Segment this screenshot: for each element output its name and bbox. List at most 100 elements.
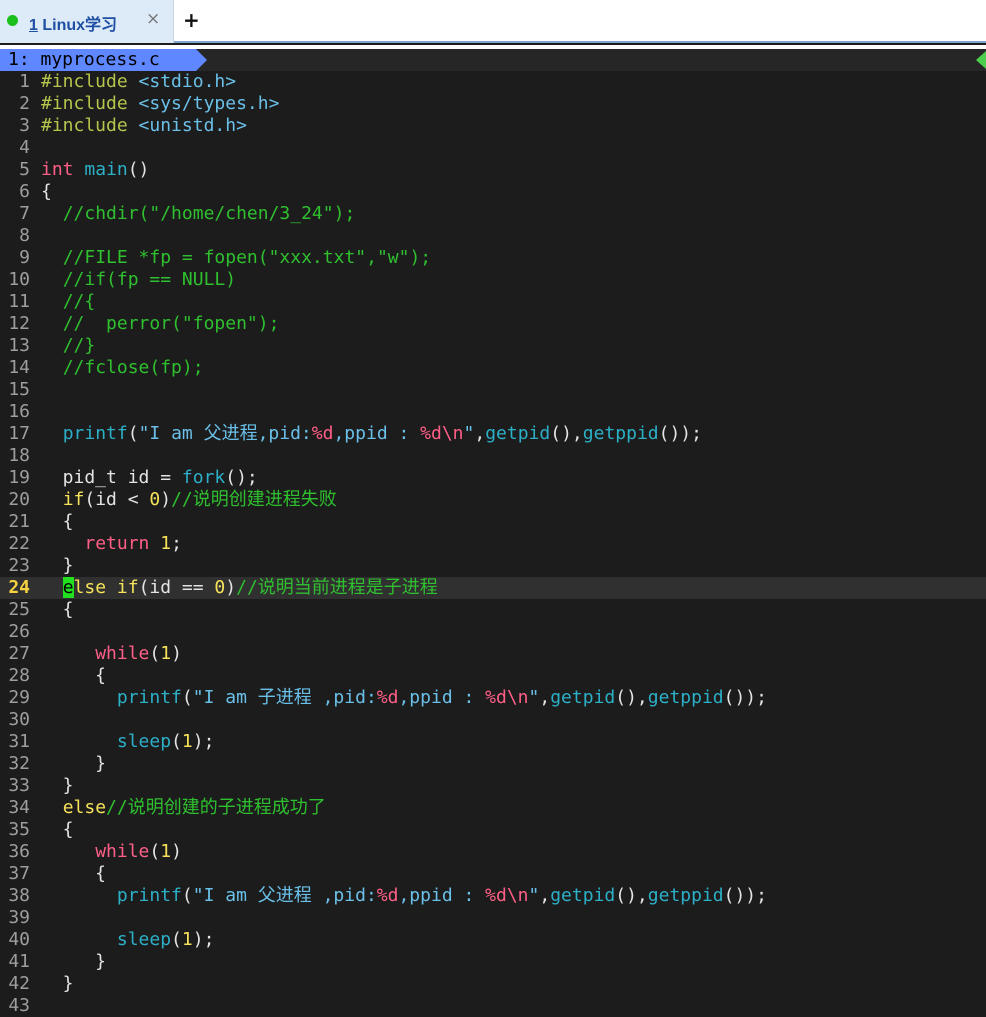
code-token: )	[225, 577, 237, 598]
line-number: 4	[19, 137, 30, 158]
code-token: "	[463, 423, 475, 444]
code-line[interactable]: 7 //chdir("/home/chen/3_24");	[0, 203, 986, 225]
code-token: getpid	[550, 885, 616, 906]
code-token: %d\n	[485, 687, 529, 708]
code-token: //说明当前进程是子进程	[236, 577, 438, 598]
tab-label: 1 Linux学习	[29, 11, 117, 35]
code-token: printf	[116, 687, 182, 708]
code-token: ;	[171, 533, 182, 554]
code-line[interactable]: 35 {	[0, 819, 986, 841]
line-number: 2	[19, 93, 30, 114]
code-line[interactable]: 19 pid_t id = fork();	[0, 467, 986, 489]
code-token: printf	[62, 423, 128, 444]
code-line[interactable]: 1 #include <stdio.h>	[0, 71, 986, 93]
add-tab-button[interactable]: +	[183, 8, 200, 32]
code-token: ,	[539, 687, 551, 708]
line-number: 42	[8, 973, 30, 994]
code-line[interactable]: 26	[0, 621, 986, 643]
code-line[interactable]: 24 else if(id == 0)//说明当前进程是子进程	[0, 577, 986, 599]
code-line[interactable]: 42 }	[0, 973, 986, 995]
line-number: 35	[8, 819, 30, 840]
code-token: getppid	[582, 423, 659, 444]
code-token: //FILE *fp = fopen("xxx.txt","w");	[62, 247, 432, 268]
code-token: //{	[62, 291, 96, 312]
line-number: 21	[8, 511, 30, 532]
line-number: 34	[8, 797, 30, 818]
code-line[interactable]: 12 // perror("fopen");	[0, 313, 986, 335]
close-icon[interactable]: ×	[146, 9, 160, 29]
code-token: }	[41, 753, 107, 774]
code-token: while	[95, 643, 150, 664]
code-line[interactable]: 28 {	[0, 665, 986, 687]
code-line[interactable]: 31 sleep(1);	[0, 731, 986, 753]
line-number: 18	[8, 445, 30, 466]
code-line[interactable]: 8	[0, 225, 986, 247]
code-line[interactable]: 33 }	[0, 775, 986, 797]
code-line[interactable]: 5 int main()	[0, 159, 986, 181]
line-number: 37	[8, 863, 30, 884]
vim-tab-myprocess[interactable]: 1: myprocess.c	[0, 49, 196, 71]
code-token: }	[41, 555, 74, 576]
code-token: "I am 父进程 ,pid:	[192, 885, 377, 906]
code-token: lse if	[73, 577, 139, 598]
line-number: 8	[19, 225, 30, 246]
code-line[interactable]: 20 if(id < 0)//说明创建进程失败	[0, 489, 986, 511]
code-line[interactable]: 14 //fclose(fp);	[0, 357, 986, 379]
code-line[interactable]: 25 {	[0, 599, 986, 621]
code-line[interactable]: 13 //}	[0, 335, 986, 357]
code-line[interactable]: 17 printf("I am 父进程,pid:%d,ppid : %d\n",…	[0, 423, 986, 445]
text-cursor: e	[62, 577, 74, 598]
code-token: (	[181, 885, 193, 906]
code-line[interactable]: 16	[0, 401, 986, 423]
code-line[interactable]: 30	[0, 709, 986, 731]
code-line[interactable]: 10 //if(fp == NULL)	[0, 269, 986, 291]
code-line[interactable]: 6{	[0, 181, 986, 203]
line-number: 43	[8, 995, 30, 1016]
code-line[interactable]: 21 {	[0, 511, 986, 533]
tab-linux-study[interactable]: 1 Linux学习 ×	[0, 0, 174, 43]
code-line[interactable]: 11 //{	[0, 291, 986, 313]
code-line[interactable]: 34 else//说明创建的子进程成功了	[0, 797, 986, 819]
code-line[interactable]: 9 //FILE *fp = fopen("xxx.txt","w");	[0, 247, 986, 269]
code-line[interactable]: 18	[0, 445, 986, 467]
code-line[interactable]: 3 #include <unistd.h>	[0, 115, 986, 137]
code-line[interactable]: 36 while(1)	[0, 841, 986, 863]
code-editor[interactable]: 1 #include <stdio.h> 2 #include <sys/types.…	[0, 71, 986, 1017]
line-number: 25	[8, 599, 30, 620]
code-line[interactable]: 40 sleep(1);	[0, 929, 986, 951]
code-line[interactable]: 41 }	[0, 951, 986, 973]
code-line[interactable]: 37 {	[0, 863, 986, 885]
connection-status-icon	[7, 15, 18, 26]
code-token: <stdio.h>	[138, 71, 237, 92]
line-number: 10	[8, 269, 30, 290]
code-line[interactable]: 29 printf("I am 子进程 ,pid:%d,ppid : %d\n"…	[0, 687, 986, 709]
line-number: 40	[8, 929, 30, 950]
code-token: (	[149, 643, 161, 664]
code-line[interactable]: 15	[0, 379, 986, 401]
line-number: 6	[19, 181, 30, 202]
code-line[interactable]: 27 while(1)	[0, 643, 986, 665]
code-line[interactable]: 39	[0, 907, 986, 929]
code-token: (	[181, 687, 193, 708]
code-token: // perror("fopen");	[62, 313, 280, 334]
code-token: %d	[311, 423, 334, 444]
code-token: //chdir("/home/chen/3_24");	[62, 203, 356, 224]
code-line[interactable]: 32 }	[0, 753, 986, 775]
code-token: {	[41, 181, 52, 202]
code-token: }	[41, 775, 74, 796]
code-token: ());	[658, 423, 702, 444]
code-line[interactable]: 38 printf("I am 父进程 ,pid:%d,ppid : %d\n"…	[0, 885, 986, 907]
code-line[interactable]: 23 }	[0, 555, 986, 577]
line-number: 20	[8, 489, 30, 510]
code-token: ,	[539, 885, 551, 906]
code-line[interactable]: 22 return 1;	[0, 533, 986, 555]
code-line[interactable]: 2 #include <sys/types.h>	[0, 93, 986, 115]
code-line[interactable]: 43	[0, 995, 986, 1017]
tab-number: 1	[29, 17, 38, 34]
code-token: (id <	[84, 489, 150, 510]
code-token: "I am 子进程 ,pid:	[192, 687, 377, 708]
code-line[interactable]: 4	[0, 137, 986, 159]
